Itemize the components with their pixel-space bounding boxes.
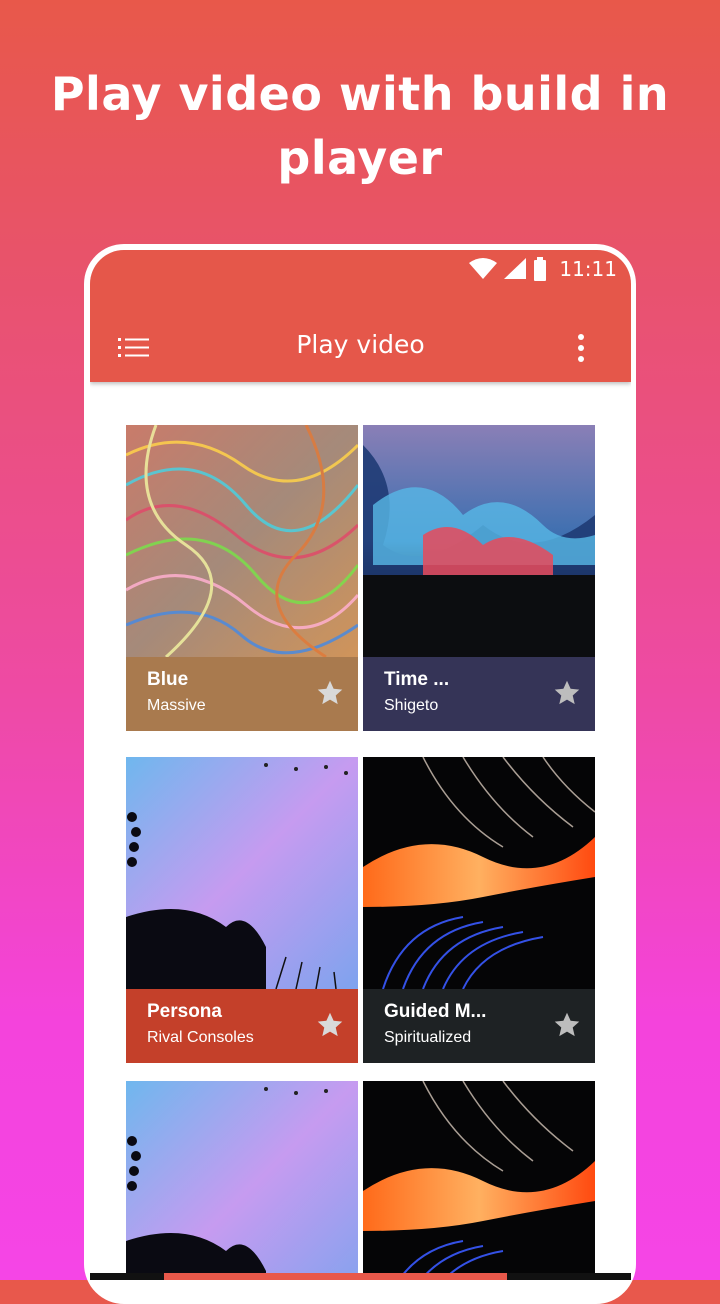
video-card[interactable] bbox=[126, 1081, 358, 1280]
video-thumbnail bbox=[363, 757, 595, 989]
video-card[interactable]: Blue Massive bbox=[126, 425, 358, 731]
status-bar: 11:11 bbox=[469, 256, 617, 282]
app-bar: 11:11 Play video bbox=[90, 250, 631, 382]
battery-icon bbox=[534, 257, 547, 281]
video-title: Persona bbox=[147, 1001, 222, 1022]
card-info: Blue Massive bbox=[126, 657, 358, 731]
video-thumbnail bbox=[363, 1081, 595, 1280]
wifi-icon bbox=[469, 258, 498, 279]
cell-signal-icon bbox=[504, 258, 527, 279]
video-thumbnail bbox=[363, 425, 595, 657]
card-info: Time ... Shigeto bbox=[363, 657, 595, 731]
status-time: 11:11 bbox=[559, 257, 617, 281]
video-title: Blue bbox=[147, 669, 189, 690]
bottom-bar bbox=[90, 1273, 631, 1280]
star-icon[interactable] bbox=[553, 679, 581, 707]
video-artist: Shigeto bbox=[384, 697, 439, 714]
phone-screen: 11:11 Play video Blue Massive Time ... S… bbox=[90, 250, 631, 1280]
video-thumbnail bbox=[126, 425, 358, 657]
video-card[interactable]: Guided M... Spiritualized bbox=[363, 757, 595, 1063]
card-info: Persona Rival Consoles bbox=[126, 989, 358, 1063]
video-card[interactable]: Persona Rival Consoles bbox=[126, 757, 358, 1063]
video-thumbnail bbox=[126, 1081, 358, 1280]
video-card[interactable]: Time ... Shigeto bbox=[363, 425, 595, 731]
video-title: Guided M... bbox=[384, 1001, 487, 1022]
star-icon[interactable] bbox=[316, 1011, 344, 1039]
video-artist: Massive bbox=[147, 697, 206, 714]
more-vert-icon[interactable] bbox=[571, 334, 591, 362]
star-icon[interactable] bbox=[316, 679, 344, 707]
video-title: Time ... bbox=[384, 669, 450, 690]
headline: Play video with build in player bbox=[50, 67, 670, 185]
bottom-bar-accent bbox=[164, 1273, 507, 1280]
video-thumbnail bbox=[126, 757, 358, 989]
video-card[interactable] bbox=[363, 1081, 595, 1280]
video-artist: Rival Consoles bbox=[147, 1029, 254, 1046]
star-icon[interactable] bbox=[553, 1011, 581, 1039]
card-info: Guided M... Spiritualized bbox=[363, 989, 595, 1063]
toolbar-title: Play video bbox=[296, 330, 425, 359]
video-artist: Spiritualized bbox=[384, 1029, 472, 1046]
